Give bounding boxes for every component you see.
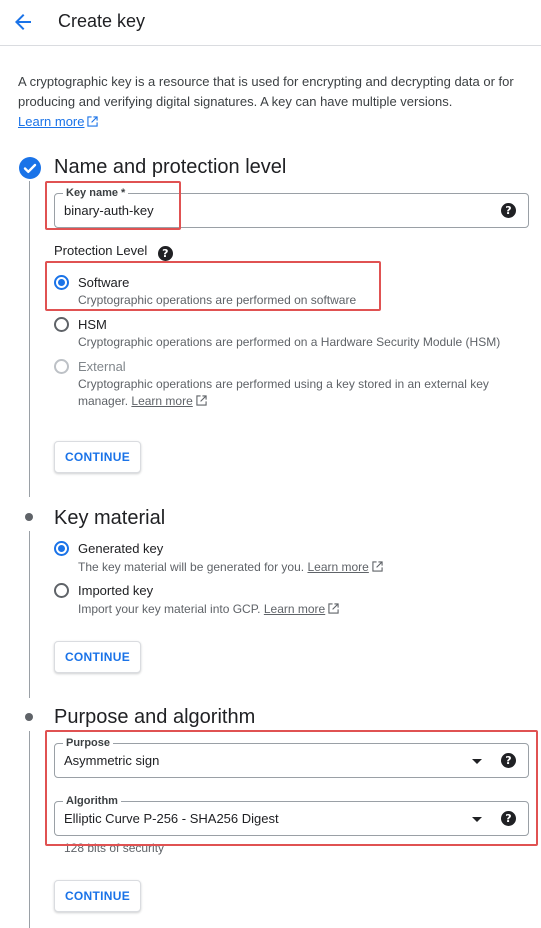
section-title-name-protection: Name and protection level	[54, 156, 287, 178]
section-title-key-material: Key material	[54, 507, 166, 529]
intro-text: A cryptographic key is a resource that i…	[18, 74, 514, 109]
caret-down-icon[interactable]	[472, 759, 482, 764]
radio-imported-key[interactable]	[54, 583, 69, 598]
option-desc-imported-key: Import your key material into GCP. Learn…	[78, 601, 518, 618]
generated-learn-more-link[interactable]: Learn more	[307, 560, 368, 574]
external-link-icon	[87, 116, 99, 127]
step-complete-check	[19, 157, 41, 179]
radio-hsm[interactable]	[54, 317, 69, 332]
purpose-select[interactable]: Purpose Asymmetric sign ?	[54, 736, 529, 778]
step-dot	[25, 713, 33, 721]
algorithm-label: Algorithm	[63, 794, 121, 808]
help-icon[interactable]: ?	[157, 246, 173, 261]
external-learn-more-link[interactable]: Learn more	[131, 394, 192, 408]
stepper-line	[29, 531, 30, 698]
arrow-back-icon[interactable]	[11, 10, 35, 34]
algorithm-hint: 128 bits of security	[64, 841, 165, 855]
caret-down-icon[interactable]	[472, 817, 482, 822]
intro-text-block: A cryptographic key is a resource that i…	[18, 72, 533, 132]
check-icon	[23, 163, 37, 173]
top-bar: Create key	[0, 0, 541, 46]
external-link-icon	[328, 603, 339, 614]
radio-generated-key[interactable]	[54, 541, 69, 556]
continue-button-step3[interactable]: CONTINUE	[54, 880, 141, 912]
purpose-value[interactable]: Asymmetric sign	[64, 753, 159, 768]
help-icon[interactable]: ?	[501, 753, 516, 768]
continue-button-step1[interactable]: CONTINUE	[54, 441, 141, 473]
page-title: Create key	[58, 11, 146, 31]
option-desc-generated-text: The key material will be generated for y…	[78, 560, 305, 574]
help-icon[interactable]: ?	[501, 811, 516, 826]
algorithm-value[interactable]: Elliptic Curve P-256 - SHA256 Digest	[64, 811, 279, 826]
option-desc-hsm: Cryptographic operations are performed o…	[78, 335, 501, 349]
key-name-value[interactable]: binary-auth-key	[64, 203, 154, 218]
intro-learn-more-link[interactable]: Learn more	[18, 114, 84, 129]
protection-level-heading: Protection Level ?	[54, 243, 173, 261]
option-desc-generated-key: The key material will be generated for y…	[78, 559, 518, 576]
section-title-purpose-algorithm: Purpose and algorithm	[54, 706, 256, 728]
help-icon[interactable]: ?	[501, 203, 516, 218]
option-label-software[interactable]: Software	[78, 275, 129, 290]
protection-level-label: Protection Level	[54, 243, 148, 258]
radio-external	[54, 359, 69, 374]
option-label-external: External	[78, 359, 126, 374]
algorithm-select[interactable]: Algorithm Elliptic Curve P-256 - SHA256 …	[54, 794, 529, 836]
radio-software[interactable]	[54, 275, 69, 290]
option-label-generated-key[interactable]: Generated key	[78, 541, 163, 556]
option-label-imported-key[interactable]: Imported key	[78, 583, 153, 598]
imported-learn-more-link[interactable]: Learn more	[264, 602, 325, 616]
option-desc-software: Cryptographic operations are performed o…	[78, 293, 357, 307]
continue-button-step2[interactable]: CONTINUE	[54, 641, 141, 673]
stepper-line	[29, 731, 30, 928]
option-desc-imported-text: Import your key material into GCP.	[78, 602, 261, 616]
step-dot	[25, 513, 33, 521]
key-name-field[interactable]: Key name * binary-auth-key ?	[54, 186, 529, 228]
option-label-hsm[interactable]: HSM	[78, 317, 107, 332]
stepper-line	[29, 181, 30, 497]
key-name-label: Key name *	[63, 186, 129, 200]
option-desc-external: Cryptographic operations are performed u…	[78, 376, 498, 410]
external-link-icon	[196, 395, 207, 406]
external-link-icon	[372, 561, 383, 572]
purpose-label: Purpose	[63, 736, 114, 750]
